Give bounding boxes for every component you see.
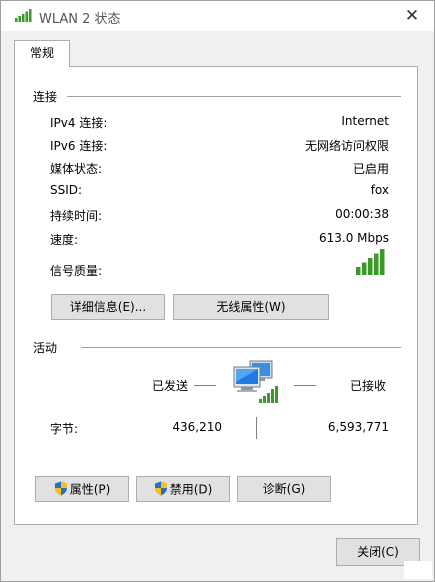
details-button[interactable]: 详细信息(E)... <box>51 294 165 320</box>
resize-grip <box>404 561 432 579</box>
tab-panel-general: 连接 IPv4 连接: Internet IPv6 连接: 无网络访问权限 媒体… <box>14 66 418 525</box>
media-state-value: 已启用 <box>352 162 389 176</box>
speed-label: 速度: <box>50 233 79 247</box>
ipv4-value: Internet <box>341 114 389 128</box>
media-state-label: 媒体状态: <box>50 162 103 176</box>
network-computers-icon <box>233 360 278 403</box>
signal-quality-label: 信号质量: <box>50 264 103 278</box>
duration-label: 持续时间: <box>50 209 103 223</box>
sent-label: 已发送 <box>152 379 189 393</box>
properties-button[interactable]: 属性(P) <box>35 476 129 502</box>
title-bar: WLAN 2 状态 ✕ <box>1 1 434 31</box>
signal-bar <box>380 249 385 275</box>
signal-bar <box>356 267 361 275</box>
close-icon[interactable]: ✕ <box>398 3 426 29</box>
duration-value: 00:00:38 <box>335 207 389 221</box>
uac-shield-icon <box>54 481 67 496</box>
activity-group-line <box>81 347 401 348</box>
speed-value: 613.0 Mbps <box>318 231 389 245</box>
bytes-sent-value: 436,210 <box>172 420 222 434</box>
bytes-label: 字节: <box>50 422 79 436</box>
signal-bar <box>374 253 379 275</box>
received-dash <box>294 385 316 386</box>
diagnose-button[interactable]: 诊断(G) <box>237 476 331 502</box>
connection-group-label: 连接 <box>33 90 58 104</box>
received-label: 已接收 <box>350 379 387 393</box>
ssid-value: fox <box>370 183 389 197</box>
bytes-received-value: 6,593,771 <box>327 420 389 434</box>
wireless-properties-button[interactable]: 无线属性(W) <box>173 294 329 320</box>
activity-group-label: 活动 <box>33 341 58 355</box>
properties-button-label: 属性(P) <box>69 482 111 497</box>
signal-bar <box>362 262 367 275</box>
ssid-label: SSID: <box>50 183 83 197</box>
signal-bar <box>368 258 373 275</box>
status-window: WLAN 2 状态 ✕ 常规 连接 IPv4 连接: Internet IPv6… <box>0 0 435 582</box>
ipv6-label: IPv6 连接: <box>50 139 108 153</box>
sent-dash <box>194 385 216 386</box>
disable-button-label: 禁用(D) <box>169 482 213 497</box>
ipv6-value: 无网络访问权限 <box>304 139 389 153</box>
connection-group-line <box>67 96 401 97</box>
window-title: WLAN 2 状态 <box>39 12 121 27</box>
signal-strength-icon <box>356 249 385 275</box>
tab-general[interactable]: 常规 <box>14 40 70 67</box>
bytes-divider <box>256 417 257 439</box>
uac-shield-icon <box>154 481 167 496</box>
wifi-signal-icon <box>15 9 32 22</box>
ipv4-label: IPv4 连接: <box>50 116 108 130</box>
disable-button[interactable]: 禁用(D) <box>136 476 230 502</box>
